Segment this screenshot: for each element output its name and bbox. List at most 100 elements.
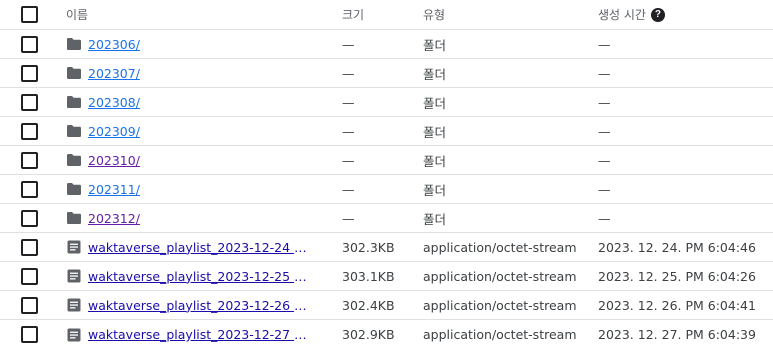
column-header-size[interactable]: 크기 [342,0,364,29]
name-cell: 202307/ [66,59,312,87]
type-cell: 폴더 [423,153,447,169]
file-icon [66,297,82,313]
folder-icon [66,181,82,197]
name-cell: 202311/ [66,175,312,203]
item-name-link[interactable]: 202310/ [88,153,140,168]
item-name-link[interactable]: 202307/ [88,66,140,81]
name-cell: 202308/ [66,88,312,116]
size-cell: — [342,36,355,52]
row-select-cell [21,204,38,232]
type-cell: application/octet-stream [423,327,577,342]
name-cell: 202312/ [66,204,312,232]
folder-icon [66,65,82,81]
size-cell: 302.3KB [342,239,395,255]
table-row[interactable]: 202312/ — 폴더 — [0,204,773,233]
created-cell: 2023. 12. 25. PM 6:04:26 [598,268,756,284]
row-checkbox[interactable] [21,267,38,285]
file-table: 이름 크기 유형 생성 시간 ? 202306/ — 폴더 — 202307/ … [0,0,773,349]
table-row[interactable]: 202309/ — 폴더 — [0,117,773,146]
size-cell: — [342,210,355,226]
created-cell: — [598,94,611,110]
name-cell: waktaverse_playlist_2023-12-25 09:0... [66,262,312,290]
size-cell: 303.1KB [342,268,395,284]
size-cell: — [342,152,355,168]
column-header-created[interactable]: 생성 시간 ? [598,0,665,29]
table-row[interactable]: 202308/ — 폴더 — [0,88,773,117]
name-cell: 202310/ [66,146,312,174]
type-cell: application/octet-stream [423,268,577,284]
table-row[interactable]: 202311/ — 폴더 — [0,175,773,204]
row-select-cell [21,30,38,58]
name-cell: waktaverse_playlist_2023-12-27 09:0... [66,320,312,349]
name-cell: waktaverse_playlist_2023-12-24 09:0... [66,233,312,261]
column-header-name[interactable]: 이름 [66,0,312,29]
type-cell: 폴더 [423,37,447,53]
table-row[interactable]: waktaverse_playlist_2023-12-26 09:0... 3… [0,291,773,320]
folder-icon [66,94,82,110]
item-name-link[interactable]: 202312/ [88,211,140,226]
table-row[interactable]: waktaverse_playlist_2023-12-27 09:0... 3… [0,320,773,349]
item-name-link[interactable]: 202308/ [88,95,140,110]
created-cell: — [598,65,611,81]
help-icon[interactable]: ? [650,7,665,22]
row-select-cell [21,320,38,349]
size-cell: 302.9KB [342,327,395,342]
row-checkbox[interactable] [21,64,38,82]
created-cell: — [598,36,611,52]
row-select-cell [21,117,38,145]
item-name-link[interactable]: 202309/ [88,124,140,139]
size-cell: — [342,65,355,81]
select-all-cell [21,0,38,29]
created-cell: — [598,181,611,197]
row-checkbox[interactable] [21,296,38,314]
name-cell: 202309/ [66,117,312,145]
type-cell: 폴더 [423,66,447,82]
row-select-cell [21,175,38,203]
name-cell: waktaverse_playlist_2023-12-26 09:0... [66,291,312,319]
size-cell: — [342,181,355,197]
type-cell: application/octet-stream [423,239,577,255]
row-select-cell [21,233,38,261]
folder-icon [66,152,82,168]
name-cell: 202306/ [66,30,312,58]
size-cell: — [342,94,355,110]
size-cell: 302.4KB [342,297,395,313]
row-checkbox[interactable] [21,35,38,53]
row-checkbox[interactable] [21,180,38,198]
item-name-link[interactable]: waktaverse_playlist_2023-12-24 09:0... [88,240,312,255]
row-select-cell [21,146,38,174]
row-checkbox[interactable] [21,209,38,227]
created-cell: 2023. 12. 27. PM 6:04:39 [598,327,756,342]
folder-icon [66,210,82,226]
row-select-cell [21,291,38,319]
table-row[interactable]: waktaverse_playlist_2023-12-24 09:0... 3… [0,233,773,262]
file-icon [66,268,82,284]
created-cell: 2023. 12. 24. PM 6:04:46 [598,239,756,255]
table-row[interactable]: 202310/ — 폴더 — [0,146,773,175]
created-cell: — [598,152,611,168]
item-name-link[interactable]: waktaverse_playlist_2023-12-26 09:0... [88,298,312,313]
select-all-checkbox[interactable] [21,6,38,23]
item-name-link[interactable]: waktaverse_playlist_2023-12-25 09:0... [88,269,312,284]
table-header: 이름 크기 유형 생성 시간 ? [0,0,773,30]
item-name-link[interactable]: waktaverse_playlist_2023-12-27 09:0... [88,327,312,342]
column-header-created-label: 생성 시간 [598,8,646,22]
row-checkbox[interactable] [21,93,38,111]
row-checkbox[interactable] [21,122,38,140]
column-header-type[interactable]: 유형 [423,0,445,29]
item-name-link[interactable]: 202311/ [88,182,140,197]
type-cell: application/octet-stream [423,297,577,313]
row-checkbox[interactable] [21,151,38,169]
type-cell: 폴더 [423,95,447,111]
row-select-cell [21,59,38,87]
folder-icon [66,36,82,52]
row-checkbox[interactable] [21,326,38,343]
type-cell: 폴더 [423,182,447,198]
table-row[interactable]: 202306/ — 폴더 — [0,30,773,59]
table-row[interactable]: 202307/ — 폴더 — [0,59,773,88]
table-row[interactable]: waktaverse_playlist_2023-12-25 09:0... 3… [0,262,773,291]
row-checkbox[interactable] [21,238,38,256]
type-cell: 폴더 [423,124,447,140]
type-cell: 폴더 [423,211,447,227]
item-name-link[interactable]: 202306/ [88,37,140,52]
